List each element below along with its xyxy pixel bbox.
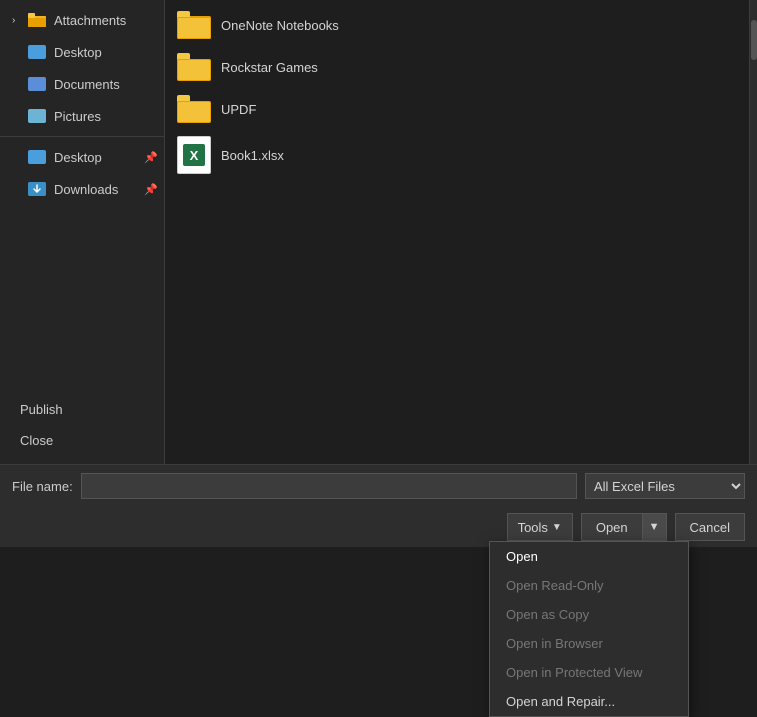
- cancel-button[interactable]: Cancel: [675, 513, 745, 541]
- file-item-book1[interactable]: X Book1.xlsx: [165, 130, 749, 180]
- tools-chevron-icon: ▼: [552, 522, 562, 533]
- dropdown-item-copy[interactable]: Open as Copy: [490, 600, 688, 629]
- sidebar-label-desktop: Desktop: [54, 45, 102, 60]
- file-item-updf[interactable]: UPDF: [165, 88, 749, 130]
- folder-icon-updf: [177, 95, 211, 123]
- publish-action[interactable]: Publish: [0, 394, 164, 425]
- file-name-onenote: OneNote Notebooks: [221, 18, 339, 33]
- documents-icon: [28, 77, 46, 91]
- open-arrow-icon: ▼: [649, 521, 660, 533]
- folder-icon-rockstar: [177, 53, 211, 81]
- scrollbar-thumb: [751, 20, 757, 60]
- pin-icon-downloads: 📌: [144, 183, 158, 196]
- excel-badge: X: [183, 144, 205, 166]
- dropdown-item-repair[interactable]: Open and Repair...: [490, 687, 688, 716]
- file-name-book1: Book1.xlsx: [221, 148, 284, 163]
- toolbar-row: Tools ▼ Open ▼ Cancel Open Open Read-Onl…: [0, 507, 757, 547]
- sidebar-label-desktop-pinned: Desktop: [54, 150, 102, 165]
- divider: [0, 136, 164, 137]
- dropdown-item-protected[interactable]: Open in Protected View: [490, 658, 688, 687]
- desktop-pinned-icon: [28, 150, 46, 164]
- left-actions: Publish Close: [0, 386, 164, 464]
- pin-icon: 📌: [144, 151, 158, 164]
- excel-icon-book1: X: [177, 136, 211, 174]
- filename-label: File name:: [12, 479, 73, 494]
- open-button[interactable]: Open: [581, 513, 642, 541]
- sidebar-label-downloads: Downloads: [54, 182, 118, 197]
- dropdown-item-readonly[interactable]: Open Read-Only: [490, 571, 688, 600]
- open-dropdown-button[interactable]: ▼: [642, 513, 667, 541]
- sidebar-label-attachments: Attachments: [54, 13, 126, 28]
- sidebar-item-pictures[interactable]: › Pictures: [0, 100, 164, 132]
- file-open-dialog: › Attachments › Desktop: [0, 0, 757, 547]
- close-action[interactable]: Close: [0, 425, 164, 456]
- desktop-icon: [28, 45, 46, 59]
- sidebar-label-documents: Documents: [54, 77, 120, 92]
- sidebar-item-downloads[interactable]: › Downloads 📌: [0, 173, 164, 205]
- right-scrollbar[interactable]: [749, 0, 757, 464]
- file-name-updf: UPDF: [221, 102, 256, 117]
- dropdown-item-browser[interactable]: Open in Browser: [490, 629, 688, 658]
- chevron-icon: ›: [12, 15, 22, 26]
- file-item-onenote[interactable]: OneNote Notebooks: [165, 4, 749, 46]
- dropdown-item-open[interactable]: Open: [490, 542, 688, 571]
- pictures-icon: [28, 109, 46, 123]
- downloads-icon: [28, 182, 46, 196]
- file-name-rockstar: Rockstar Games: [221, 60, 318, 75]
- sidebar-item-attachments[interactable]: › Attachments: [0, 4, 164, 36]
- tools-label: Tools: [518, 520, 548, 535]
- file-item-rockstar[interactable]: Rockstar Games: [165, 46, 749, 88]
- file-list: OneNote Notebooks Rockstar Games: [165, 0, 749, 464]
- sidebar-item-desktop[interactable]: › Desktop: [0, 36, 164, 68]
- folder-icon: [28, 13, 46, 27]
- sidebar-item-desktop-pinned[interactable]: › Desktop 📌: [0, 141, 164, 173]
- sidebar-item-documents[interactable]: › Documents: [0, 68, 164, 100]
- sidebar: › Attachments › Desktop: [0, 0, 165, 464]
- folder-icon-onenote: [177, 11, 211, 39]
- main-area: › Attachments › Desktop: [0, 0, 757, 464]
- tools-button[interactable]: Tools ▼: [507, 513, 573, 541]
- open-button-group: Open ▼: [581, 513, 667, 541]
- filename-input[interactable]: [81, 473, 577, 499]
- sidebar-label-pictures: Pictures: [54, 109, 101, 124]
- bottom-bar: File name: All Excel Files Excel Workboo…: [0, 464, 757, 507]
- open-dropdown-menu: Open Open Read-Only Open as Copy Open in…: [489, 541, 689, 717]
- filetype-select[interactable]: All Excel Files Excel Workbook (*.xlsx) …: [585, 473, 745, 499]
